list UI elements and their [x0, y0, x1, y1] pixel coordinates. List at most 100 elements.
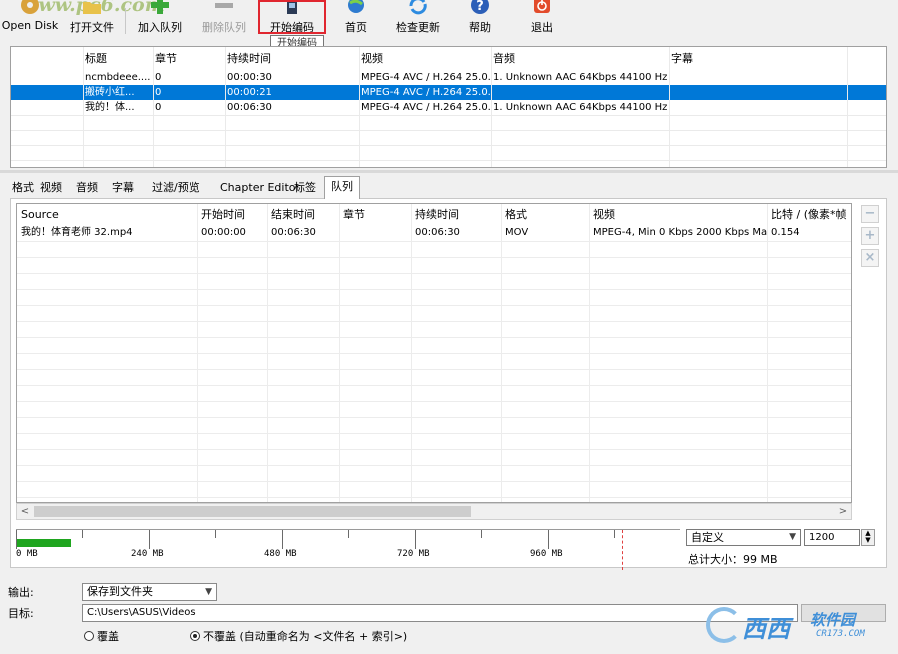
- tab-video[interactable]: 视频: [40, 178, 62, 198]
- add-button[interactable]: +: [861, 227, 879, 245]
- delete-button[interactable]: ×: [861, 249, 879, 267]
- scroll-thumb[interactable]: [34, 506, 471, 517]
- table-row-selected[interactable]: 搬砖小红... 0 00:00:21 MPEG-4 AVC / H.264 25…: [11, 85, 886, 100]
- cell-title: 我的！体...: [85, 102, 135, 113]
- tick: [149, 530, 150, 549]
- grid-line: [17, 385, 851, 386]
- help-button[interactable]: ? 帮助: [458, 0, 502, 38]
- home-button[interactable]: 首页: [334, 0, 378, 38]
- add-queue-icon: [151, 0, 169, 14]
- scroll-right-arrow[interactable]: >: [835, 504, 851, 519]
- header-chapter[interactable]: 章节: [339, 207, 411, 223]
- header-format[interactable]: 格式: [501, 207, 589, 223]
- tab-filters-preview[interactable]: 过滤/预览: [152, 178, 200, 198]
- grid-line: [153, 47, 154, 167]
- cell-duration: 00:00:30: [227, 72, 272, 83]
- open-disk-button[interactable]: Open Disk: [0, 0, 60, 38]
- grid-line: [491, 47, 492, 167]
- remove-queue-button[interactable]: 删除队列: [196, 0, 252, 38]
- grid-line: [411, 204, 412, 502]
- header-duration[interactable]: 持续时间: [411, 207, 501, 223]
- tab-audio[interactable]: 音频: [76, 178, 98, 198]
- tab-queue[interactable]: 队列: [324, 176, 360, 199]
- header-subtitle[interactable]: 字幕: [669, 51, 847, 66]
- open-file-button[interactable]: 打开文件: [64, 0, 120, 38]
- header-duration[interactable]: 持续时间: [225, 51, 359, 66]
- cell-chapter: 0: [155, 72, 162, 83]
- cell-audio: 1. Unknown AAC 64Kbps 44100 Hz ...: [493, 102, 669, 113]
- tab-subtitle[interactable]: 字幕: [112, 178, 134, 198]
- cell-video: MPEG-4 AVC / H.264 25.0...: [361, 102, 491, 113]
- output-mode-select[interactable]: 保存到文件夹 ▼: [82, 583, 217, 601]
- tick: [82, 530, 83, 538]
- table-row[interactable]: 我的！体... 0 00:06:30 MPEG-4 AVC / H.264 25…: [11, 100, 886, 115]
- horizontal-scrollbar[interactable]: < >: [16, 503, 852, 520]
- header-bits-per-pixel[interactable]: 比特 / (像素*帧: [767, 207, 851, 223]
- grid-line: [339, 204, 340, 502]
- cell-start-time: 00:00:00: [201, 227, 246, 238]
- header-end-time[interactable]: 结束时间: [267, 207, 339, 223]
- grid-line: [267, 204, 268, 502]
- size-bar: [16, 529, 680, 570]
- grid-line: [501, 204, 502, 502]
- exit-button[interactable]: 退出: [520, 0, 564, 38]
- highlight-box: [258, 0, 326, 34]
- move-up-button[interactable]: −: [861, 205, 879, 223]
- tab-format[interactable]: 格式: [12, 178, 34, 198]
- tick: [481, 530, 482, 538]
- cell-end-time: 00:06:30: [271, 227, 316, 238]
- tick: [16, 530, 17, 549]
- table-row[interactable]: ncmbdeee.... 0 00:00:30 MPEG-4 AVC / H.2…: [11, 70, 886, 85]
- scroll-left-arrow[interactable]: <: [17, 504, 33, 519]
- target-path-input[interactable]: C:\Users\ASUS\Videos: [82, 604, 798, 622]
- check-update-button[interactable]: 检查更新: [390, 0, 446, 38]
- tick: [282, 530, 283, 549]
- grid-line: [17, 417, 851, 418]
- cell-video: MPEG-4, Min 0 Kbps 2000 Kbps Max ...: [593, 227, 767, 238]
- grid-line: [17, 433, 851, 434]
- header-title[interactable]: 标题: [83, 51, 153, 66]
- queue-grid[interactable]: Source 开始时间 结束时间 章节 持续时间 格式 视频 比特 / (像素*…: [16, 203, 852, 503]
- overwrite-radio[interactable]: 覆盖: [84, 628, 119, 644]
- target-label: 目标:: [8, 607, 34, 620]
- splitter[interactable]: [0, 170, 898, 173]
- chevron-down-icon: ▼: [789, 532, 796, 542]
- header-video[interactable]: 视频: [359, 51, 491, 66]
- grid-line: [17, 305, 851, 306]
- grid-line: [83, 47, 84, 167]
- radio-icon: [84, 631, 94, 641]
- header-audio[interactable]: 音频: [491, 51, 669, 66]
- header-video[interactable]: 视频: [589, 207, 767, 223]
- cell-bits-per-pixel: 0.154: [771, 227, 800, 238]
- cell-subtitle: [669, 85, 847, 100]
- header-source[interactable]: Source: [17, 207, 197, 223]
- cell-duration: 00:06:30: [227, 102, 272, 113]
- size-fill: [16, 539, 71, 547]
- home-label: 首页: [345, 21, 367, 34]
- open-disk-label: Open Disk: [1, 19, 59, 32]
- tab-tags[interactable]: 标签: [294, 178, 316, 198]
- grid-line: [225, 47, 226, 167]
- spin-down-icon[interactable]: ▼: [862, 537, 874, 544]
- titles-grid[interactable]: 标题 章节 持续时间 视频 音频 字幕 ncmbdeee.... 0 00:00…: [10, 46, 887, 168]
- header-start-time[interactable]: 开始时间: [197, 207, 267, 223]
- cell-chapter: 0: [155, 102, 162, 113]
- toolbar-separator: [125, 8, 126, 34]
- output-mode-value: 保存到文件夹: [87, 585, 153, 598]
- size-preset-select[interactable]: 自定义 ▼: [686, 529, 801, 546]
- tab-chapter-editor[interactable]: Chapter Editor: [220, 178, 300, 198]
- grid-line: [17, 465, 851, 466]
- header-chapter[interactable]: 章节: [153, 51, 225, 66]
- watermark-domain: CR173.COM: [816, 629, 865, 639]
- no-overwrite-radio[interactable]: 不覆盖 (自动重命名为 <文件名 + 索引>): [190, 628, 407, 644]
- grid-line: [11, 160, 886, 161]
- target-size-input[interactable]: 1200: [804, 529, 860, 546]
- target-size-spinner[interactable]: ▲ ▼: [861, 529, 875, 546]
- grid-line: [11, 145, 886, 146]
- target-size-marker[interactable]: [622, 530, 623, 570]
- cell-source: 我的！体育老师 32.mp4: [21, 227, 133, 238]
- add-queue-button[interactable]: 加入队列: [132, 0, 188, 38]
- add-queue-label: 加入队列: [138, 21, 182, 34]
- check-update-label: 检查更新: [396, 21, 440, 34]
- table-row[interactable]: 我的！体育老师 32.mp4 00:00:00 00:06:30 00:06:3…: [17, 225, 851, 241]
